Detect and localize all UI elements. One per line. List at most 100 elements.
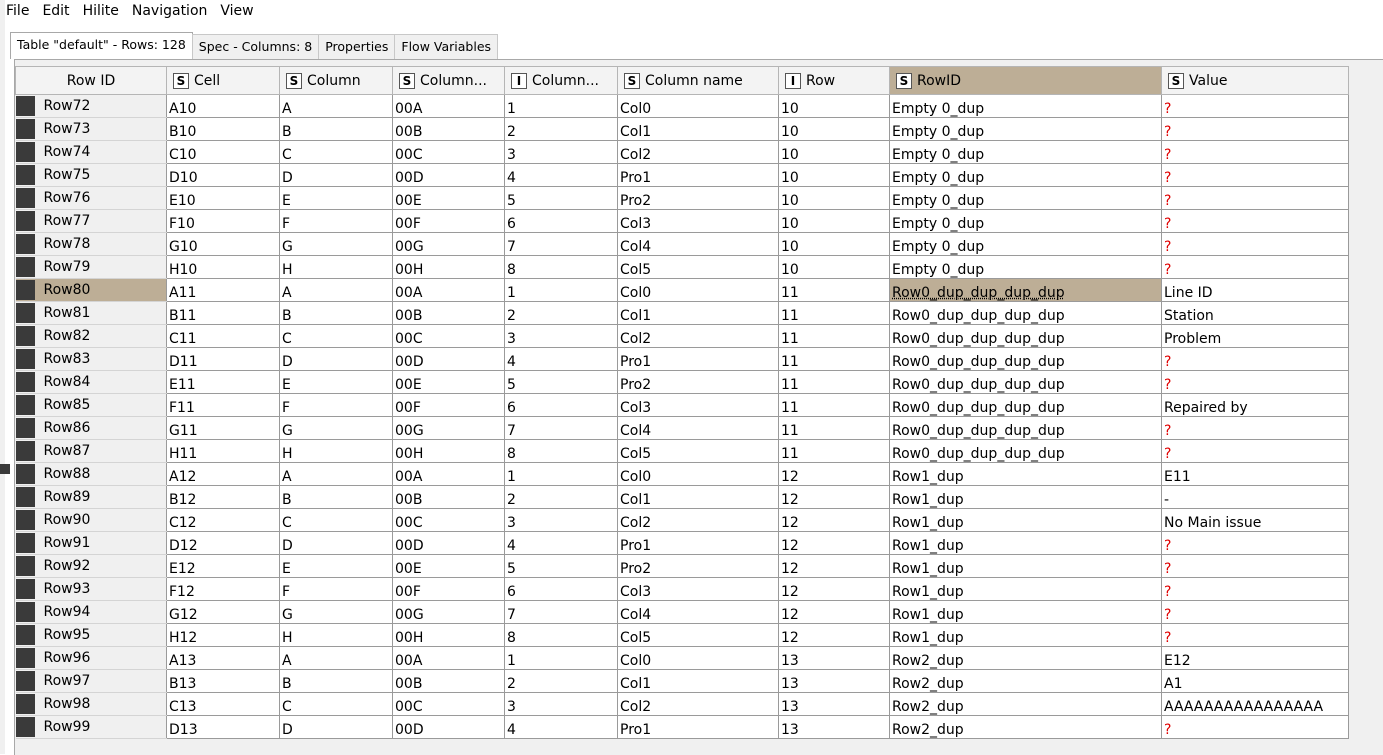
table-cell[interactable]: Row2_dup xyxy=(889,692,1162,716)
table-row[interactable]: Row97 B13 B 00B 2 Col1 13 Row2_dup A1 xyxy=(15,669,1349,693)
table-cell[interactable]: ? xyxy=(1161,554,1349,578)
table-cell[interactable]: B xyxy=(279,669,393,693)
table-cell[interactable]: 00D xyxy=(392,531,505,555)
menu-navigation[interactable]: Navigation xyxy=(126,0,215,22)
table-cell[interactable]: G12 xyxy=(166,600,280,624)
row-id-cell[interactable]: Row98 xyxy=(15,692,167,716)
table-cell[interactable]: No Main issue xyxy=(1161,508,1349,532)
table-cell[interactable]: Row2_dup xyxy=(889,715,1162,739)
table-cell[interactable]: 10 xyxy=(778,163,890,187)
table-cell[interactable]: 00A xyxy=(392,94,505,118)
row-id-cell[interactable]: Row86 xyxy=(15,416,167,440)
table-cell[interactable]: 5 xyxy=(504,370,618,394)
table-cell[interactable]: Col1 xyxy=(617,301,779,325)
table-cell[interactable]: Col0 xyxy=(617,94,779,118)
table-cell[interactable]: ? xyxy=(1161,209,1349,233)
table-cell[interactable]: Col1 xyxy=(617,117,779,141)
table-cell[interactable]: Empty 0_dup xyxy=(889,255,1162,279)
table-cell[interactable]: 12 xyxy=(778,577,890,601)
table-cell[interactable]: H10 xyxy=(166,255,280,279)
table-cell[interactable]: Empty 0_dup xyxy=(889,140,1162,164)
table-cell[interactable]: Pro1 xyxy=(617,347,779,371)
table-cell[interactable]: G11 xyxy=(166,416,280,440)
table-cell[interactable]: Row1_dup xyxy=(889,577,1162,601)
table-cell[interactable]: Row1_dup xyxy=(889,600,1162,624)
table-cell[interactable]: Col2 xyxy=(617,692,779,716)
table-cell[interactable]: 00G xyxy=(392,416,505,440)
table-cell[interactable]: 11 xyxy=(778,416,890,440)
table-cell[interactable]: 7 xyxy=(504,232,618,256)
tab-properties[interactable]: Properties xyxy=(318,34,396,59)
table-row[interactable]: Row80 A11 A 00A 1 Col0 11 Row0_dup_dup_dup_dup L… xyxy=(15,278,1349,302)
table-cell[interactable]: F xyxy=(279,209,393,233)
table-cell[interactable]: 00D xyxy=(392,163,505,187)
column-header[interactable]: S Column... xyxy=(392,66,505,95)
table-cell[interactable]: ? xyxy=(1161,140,1349,164)
table-row[interactable]: Row75 D10 D 00D 4 Pro1 10 Empty 0_dup? xyxy=(15,163,1349,187)
table-cell[interactable]: 13 xyxy=(778,669,890,693)
column-header[interactable]: I Column... xyxy=(504,66,618,95)
table-cell[interactable]: 4 xyxy=(504,531,618,555)
table-row[interactable]: Row84 E11 E 00E 5 Pro2 11 Row0_dup_dup_dup_dup? xyxy=(15,370,1349,394)
table-cell[interactable]: B xyxy=(279,117,393,141)
table-cell[interactable]: Pro2 xyxy=(617,554,779,578)
table-cell[interactable]: Empty 0_dup xyxy=(889,94,1162,118)
table-cell[interactable]: 11 xyxy=(778,324,890,348)
table-cell[interactable]: 00D xyxy=(392,715,505,739)
table-cell[interactable]: Repaired by xyxy=(1161,393,1349,417)
column-header[interactable]: S Cell xyxy=(166,66,280,95)
table-cell[interactable]: 11 xyxy=(778,278,890,302)
table-cell[interactable]: ? xyxy=(1161,255,1349,279)
table-cell[interactable]: 11 xyxy=(778,393,890,417)
table-row[interactable]: Row83 D11 D 00D 4 Pro1 11 Row0_dup_dup_dup_dup? xyxy=(15,347,1349,371)
table-cell[interactable]: Row1_dup xyxy=(889,485,1162,509)
menu-hilite[interactable]: Hilite xyxy=(77,0,126,22)
table-cell[interactable]: D xyxy=(279,715,393,739)
table-cell[interactable]: D12 xyxy=(166,531,280,555)
row-id-cell[interactable]: Row75 xyxy=(15,163,167,187)
table-cell[interactable]: E xyxy=(279,370,393,394)
table-cell[interactable]: 8 xyxy=(504,255,618,279)
table-row[interactable]: Row85 F11 F 00F 6 Col3 11 Row0_dup_dup_dup_dup R… xyxy=(15,393,1349,417)
table-cell[interactable]: 4 xyxy=(504,163,618,187)
table-row[interactable]: Row76 E10 E 00E 5 Pro2 10 Empty 0_dup? xyxy=(15,186,1349,210)
table-row[interactable]: Row94 G12 G 00G 7 Col4 12 Row1_dup? xyxy=(15,600,1349,624)
table-cell[interactable]: Empty 0_dup xyxy=(889,163,1162,187)
table-cell[interactable]: F xyxy=(279,577,393,601)
table-cell[interactable]: Row1_dup xyxy=(889,554,1162,578)
table-cell[interactable]: C xyxy=(279,140,393,164)
table-cell[interactable]: AAAAAAAAAAAAAAAA xyxy=(1161,692,1349,716)
table-cell[interactable]: D xyxy=(279,163,393,187)
table-cell[interactable]: Station xyxy=(1161,301,1349,325)
tab-table[interactable]: Table "default" - Rows: 128 xyxy=(10,32,193,59)
table-cell[interactable]: Col0 xyxy=(617,646,779,670)
row-id-cell[interactable]: Row74 xyxy=(15,140,167,164)
table-cell[interactable]: E10 xyxy=(166,186,280,210)
table-cell[interactable]: 10 xyxy=(778,255,890,279)
table-cell[interactable]: 00E xyxy=(392,370,505,394)
table-cell[interactable]: Col5 xyxy=(617,623,779,647)
table-cell[interactable]: C xyxy=(279,692,393,716)
table-cell[interactable]: E xyxy=(279,186,393,210)
menu-view[interactable]: View xyxy=(214,0,260,22)
table-cell[interactable]: 2 xyxy=(504,117,618,141)
table-row[interactable]: Row74 C10 C 00C 3 Col2 10 Empty 0_dup? xyxy=(15,140,1349,164)
table-cell[interactable]: 10 xyxy=(778,186,890,210)
table-cell[interactable]: Col0 xyxy=(617,462,779,486)
table-cell[interactable]: Pro1 xyxy=(617,531,779,555)
table-row[interactable]: Row72 A10 A 00A 1 Col0 10 Empty 0_dup? xyxy=(15,94,1349,118)
row-id-cell[interactable]: Row81 xyxy=(15,301,167,325)
table-cell[interactable]: ? xyxy=(1161,600,1349,624)
row-id-cell[interactable]: Row97 xyxy=(15,669,167,693)
table-cell[interactable]: Col3 xyxy=(617,393,779,417)
table-cell[interactable]: D xyxy=(279,347,393,371)
table-cell[interactable]: Col1 xyxy=(617,669,779,693)
table-cell[interactable]: Col4 xyxy=(617,600,779,624)
table-cell[interactable]: ? xyxy=(1161,370,1349,394)
table-cell[interactable]: Col3 xyxy=(617,209,779,233)
table-cell[interactable]: Pro1 xyxy=(617,715,779,739)
table-cell[interactable]: 10 xyxy=(778,232,890,256)
table-cell[interactable]: 5 xyxy=(504,186,618,210)
table-cell[interactable]: Empty 0_dup xyxy=(889,232,1162,256)
table-cell[interactable]: 00F xyxy=(392,577,505,601)
